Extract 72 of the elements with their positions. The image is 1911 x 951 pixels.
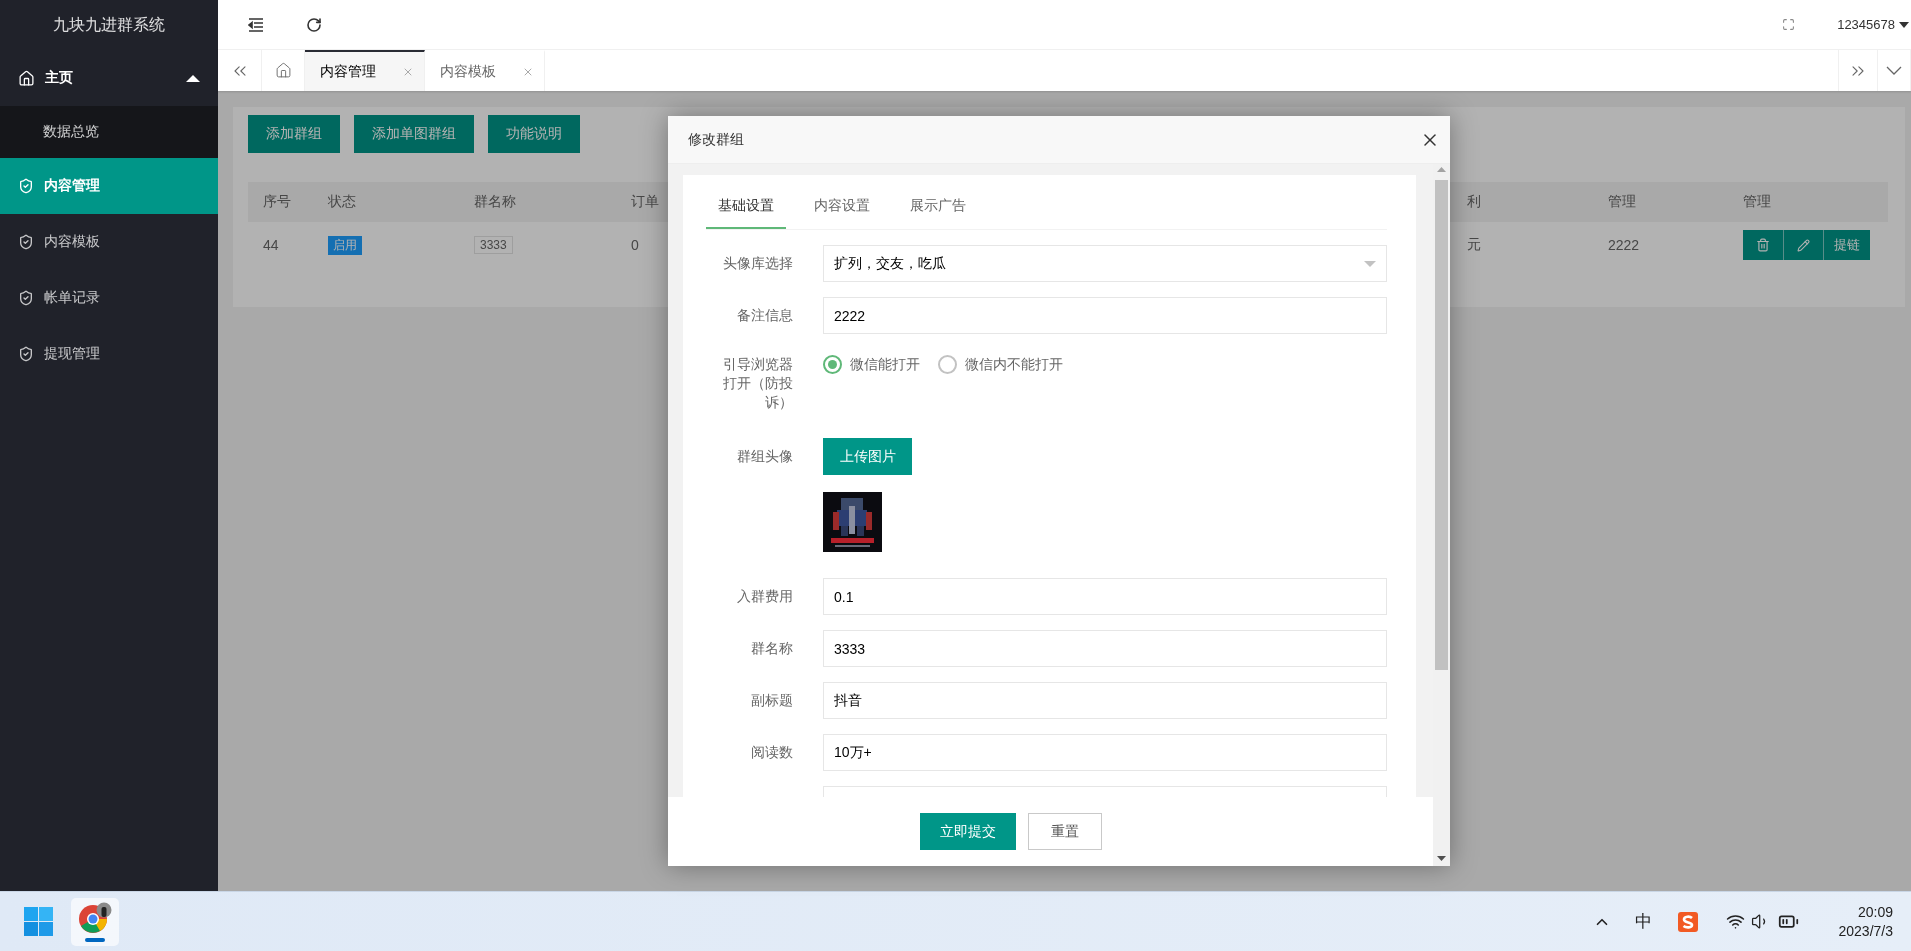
pencil-icon <box>1797 238 1810 252</box>
active-indicator <box>85 937 105 942</box>
field-label: 阅读数 <box>751 743 793 762</box>
table-cell: 2222 <box>1608 237 1640 253</box>
chevron-down-icon <box>1886 66 1902 75</box>
radio-label: 微信能打开 <box>850 355 920 374</box>
reset-button[interactable]: 重置 <box>1027 813 1102 850</box>
home-icon <box>18 69 35 87</box>
column-header: 管理 <box>1743 193 1771 211</box>
text-field[interactable]: 0.1 <box>823 578 1387 615</box>
app-title: 九块九进群系统 <box>52 14 166 35</box>
select-field[interactable]: 扩列，交友，吃瓜 <box>823 245 1387 282</box>
dropdown-caret-icon <box>1364 260 1376 267</box>
column-header: 订单 <box>631 193 659 211</box>
form-tab[interactable]: 内容设置 <box>802 185 882 229</box>
column-header: 序号 <box>263 193 291 211</box>
user-menu[interactable]: 12345678 <box>1837 17 1911 32</box>
sidebar-item[interactable]: 内容模板 <box>0 214 218 270</box>
sidebar-item[interactable]: 内容管理 <box>0 158 218 214</box>
table-cell: 元 <box>1467 236 1481 254</box>
text-field[interactable]: 10万+ <box>823 734 1387 771</box>
field-label: 引导浏览器打开（防投诉） <box>722 355 793 412</box>
submit-button[interactable]: 立即提交 <box>919 813 1016 850</box>
field-label: 群名称 <box>751 639 793 658</box>
windows-logo-icon[interactable] <box>24 907 53 936</box>
input-method-logo-icon[interactable] <box>1677 911 1698 932</box>
radio-button[interactable] <box>938 355 957 374</box>
form-tab[interactable]: 展示广告 <box>898 185 978 229</box>
shield-check-icon <box>18 346 34 362</box>
refresh-icon[interactable] <box>306 16 322 33</box>
trash-icon <box>1756 238 1770 252</box>
shield-check-icon <box>18 178 34 194</box>
text-field[interactable]: 抖音 <box>823 682 1387 719</box>
wifi-icon[interactable] <box>1725 912 1745 931</box>
fullscreen-icon[interactable] <box>1782 18 1796 31</box>
column-header: 状态 <box>328 193 356 211</box>
column-header: 管理 <box>1608 193 1636 211</box>
sidebar-subitem[interactable]: 数据总览 <box>0 106 218 158</box>
text-field[interactable]: 3333 <box>823 630 1387 667</box>
scrollbar[interactable] <box>1433 164 1450 866</box>
shield-check-icon <box>18 234 34 250</box>
sidebar-item[interactable]: 主页 <box>0 50 218 106</box>
delete-button[interactable] <box>1743 230 1783 260</box>
field-label: 备注信息 <box>737 306 793 325</box>
text-field[interactable]: 2222 <box>823 297 1387 334</box>
upload-button[interactable]: 上传图片 <box>823 438 912 475</box>
column-header: 利 <box>1467 193 1481 211</box>
status-badge: 启用 <box>328 235 362 255</box>
name-tag: 3333 <box>474 236 513 254</box>
home-icon <box>274 62 292 79</box>
page-tab[interactable]: 内容管理 <box>305 50 425 91</box>
page-tab[interactable]: 内容模板 <box>425 50 545 91</box>
dialog-title: 修改群组 <box>688 130 744 149</box>
menu-fold-icon[interactable] <box>248 17 264 32</box>
sidebar-item[interactable]: 提现管理 <box>0 326 218 382</box>
table-cell: 0 <box>631 237 639 253</box>
edit-button[interactable] <box>1783 230 1823 260</box>
form-tab[interactable]: 基础设置 <box>706 185 786 229</box>
clock[interactable]: 20:09 2023/7/3 <box>1838 904 1893 939</box>
field-label: 群组头像 <box>737 447 793 466</box>
field-label: 副标题 <box>751 691 793 710</box>
column-header: 群名称 <box>474 193 516 211</box>
table-cell: 44 <box>263 237 279 253</box>
ime-indicator[interactable]: 中 <box>1634 910 1652 933</box>
radio-label: 微信内不能打开 <box>965 355 1063 374</box>
field-label: 头像库选择 <box>723 254 793 273</box>
radio-button[interactable] <box>823 355 842 374</box>
field-label: 入群费用 <box>737 587 793 606</box>
browser-icon <box>78 901 112 934</box>
sidebar-item[interactable]: 帐单记录 <box>0 270 218 326</box>
shield-check-icon <box>18 290 34 306</box>
taskbar-app-button[interactable] <box>71 897 119 946</box>
